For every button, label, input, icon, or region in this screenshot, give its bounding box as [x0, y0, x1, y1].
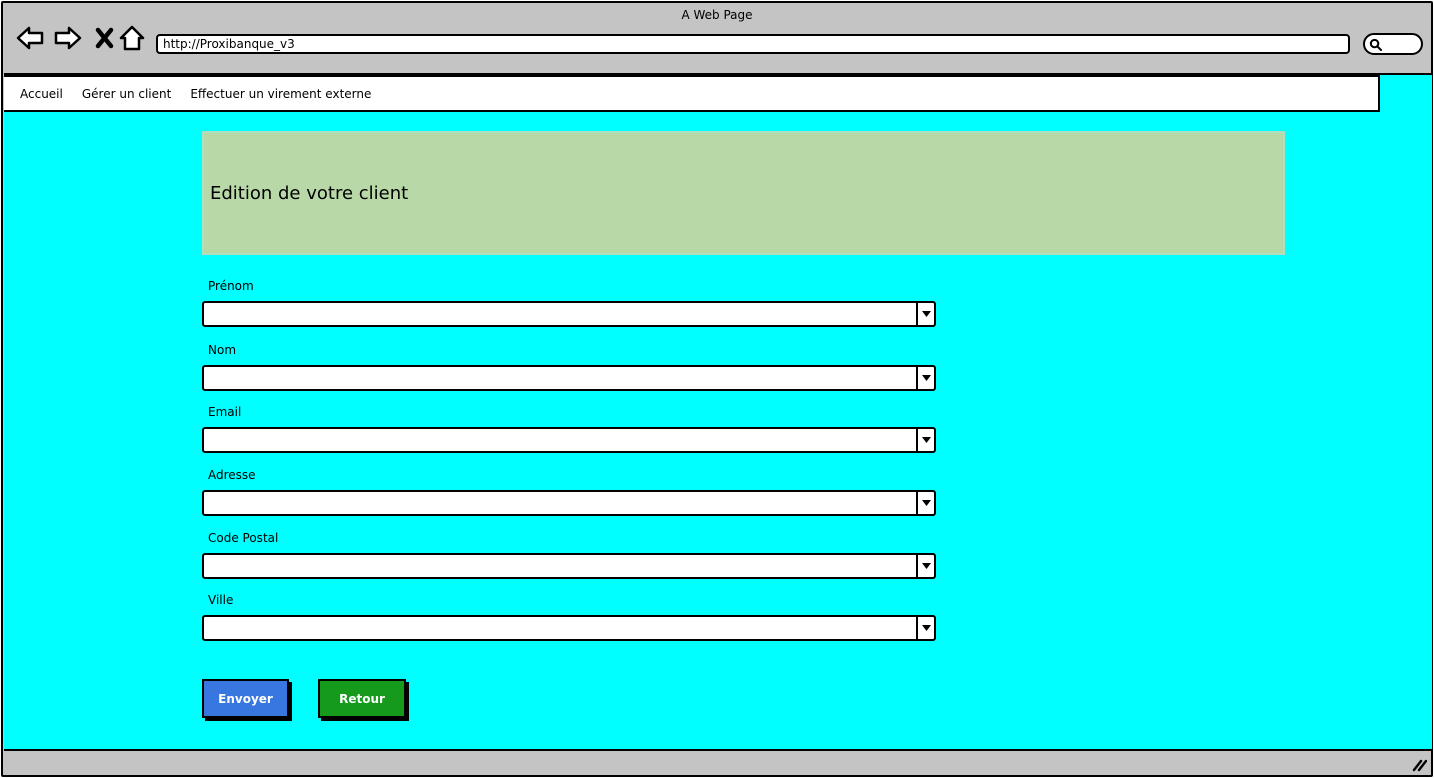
nom-label: Nom — [208, 343, 237, 357]
home-icon[interactable] — [117, 23, 147, 53]
adresse-dropdown-button[interactable] — [916, 492, 934, 514]
prenom-field[interactable] — [202, 301, 936, 327]
prenom-dropdown-button[interactable] — [916, 303, 934, 325]
ville-field[interactable] — [202, 615, 936, 641]
prenom-label: Prénom — [208, 279, 254, 293]
window-title: A Web Page — [681, 8, 753, 22]
chevron-down-icon — [921, 437, 931, 443]
search-icon — [1369, 38, 1382, 51]
chevron-down-icon — [921, 500, 931, 506]
nom-field[interactable] — [202, 365, 936, 391]
back-arrow-icon[interactable] — [15, 23, 45, 53]
chevron-down-icon — [921, 563, 931, 569]
header-panel: Edition de votre client — [202, 131, 1285, 255]
ville-label: Ville — [208, 593, 234, 607]
page-title: Edition de votre client — [210, 182, 409, 204]
chevron-down-icon — [921, 375, 931, 381]
code-postal-field[interactable] — [202, 553, 936, 579]
url-bar[interactable]: http://Proxibanque_v3 — [156, 34, 1350, 54]
adresse-label: Adresse — [208, 468, 256, 482]
email-label: Email — [208, 405, 242, 419]
ville-dropdown-button[interactable] — [916, 617, 934, 639]
email-field[interactable] — [202, 427, 936, 453]
chevron-down-icon — [921, 625, 931, 631]
adresse-field[interactable] — [202, 490, 936, 516]
menu-bar: Accueil Gérer un client Effectuer un vir… — [4, 75, 1380, 112]
resize-grip-icon[interactable] — [1411, 756, 1428, 772]
nom-dropdown-button[interactable] — [916, 367, 934, 389]
code-postal-label: Code Postal — [208, 531, 279, 545]
chevron-down-icon — [921, 311, 931, 317]
menu-item-virement-externe[interactable]: Effectuer un virement externe — [190, 87, 371, 101]
menu-item-accueil[interactable]: Accueil — [20, 87, 63, 101]
menu-item-gerer-client[interactable]: Gérer un client — [82, 87, 171, 101]
code-postal-dropdown-button[interactable] — [916, 555, 934, 577]
forward-arrow-icon[interactable] — [53, 23, 83, 53]
retour-button[interactable]: Retour — [318, 679, 406, 718]
page-viewport: Accueil Gérer un client Effectuer un vir… — [4, 73, 1432, 751]
email-dropdown-button[interactable] — [916, 429, 934, 451]
browser-window: A Web Page http://Proxibanque_v3 Accueil… — [1, 1, 1433, 777]
search-box[interactable] — [1363, 33, 1423, 55]
envoyer-button[interactable]: Envoyer — [202, 679, 289, 718]
